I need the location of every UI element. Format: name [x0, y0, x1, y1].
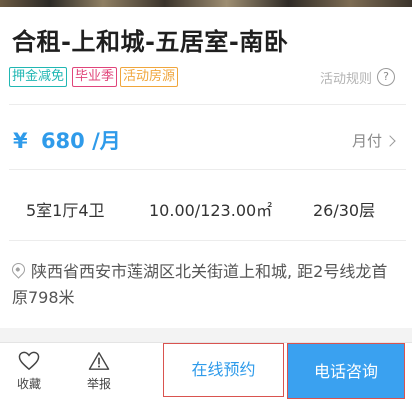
spec-layout: 5室1厅4卫 [26, 201, 105, 220]
payment-method-selector[interactable]: 月付 [351, 130, 396, 151]
listing-photo-strip [0, 0, 412, 7]
activity-rules-link[interactable]: 活动规则 ? [320, 67, 395, 87]
favorite-label: 收藏 [16, 377, 41, 391]
address: 陕西省西安市莲湖区北关街道上和城, 距2号线龙首原798米 [9, 259, 396, 311]
price-amount: 680 [40, 129, 85, 153]
price: ¥ 680 /月 [13, 125, 121, 155]
online-reservation-button[interactable]: 在线预约 [163, 343, 284, 397]
chevron-right-icon [384, 134, 396, 147]
section-gap [0, 328, 412, 342]
divider [9, 104, 406, 105]
divider [9, 169, 406, 170]
tag-deposit-waiver: 押金减免 [9, 67, 68, 87]
divider [9, 240, 406, 241]
heart-icon [18, 351, 40, 371]
question-circle-icon: ? [377, 68, 395, 86]
listing-title: 合租-上和城-五居室-南卧 [12, 28, 289, 56]
price-currency: ¥ [13, 129, 28, 153]
tag-promo-listing: 活动房源 [120, 67, 179, 87]
location-pin-icon [9, 260, 28, 279]
spec-row: 5室1厅4卫 10.00/123.00㎡ 26/30层 [0, 197, 412, 220]
price-unit: /月 [92, 129, 121, 153]
tag-graduation-season: 毕业季 [72, 67, 118, 87]
spec-area: 10.00/123.00㎡ [149, 201, 273, 220]
warning-triangle-icon [88, 352, 110, 370]
payment-method-label: 月付 [351, 132, 382, 150]
address-text: 陕西省西安市莲湖区北关街道上和城, 距2号线龙首原798米 [12, 262, 388, 307]
phone-consult-button[interactable]: 电话咨询 [287, 343, 405, 399]
activity-rules-label: 活动规则 [319, 71, 372, 87]
report-button[interactable]: 举报 [79, 351, 119, 392]
spec-floor: 26/30层 [313, 201, 376, 220]
report-label: 举报 [86, 377, 111, 391]
favorite-button[interactable]: 收藏 [9, 351, 49, 392]
